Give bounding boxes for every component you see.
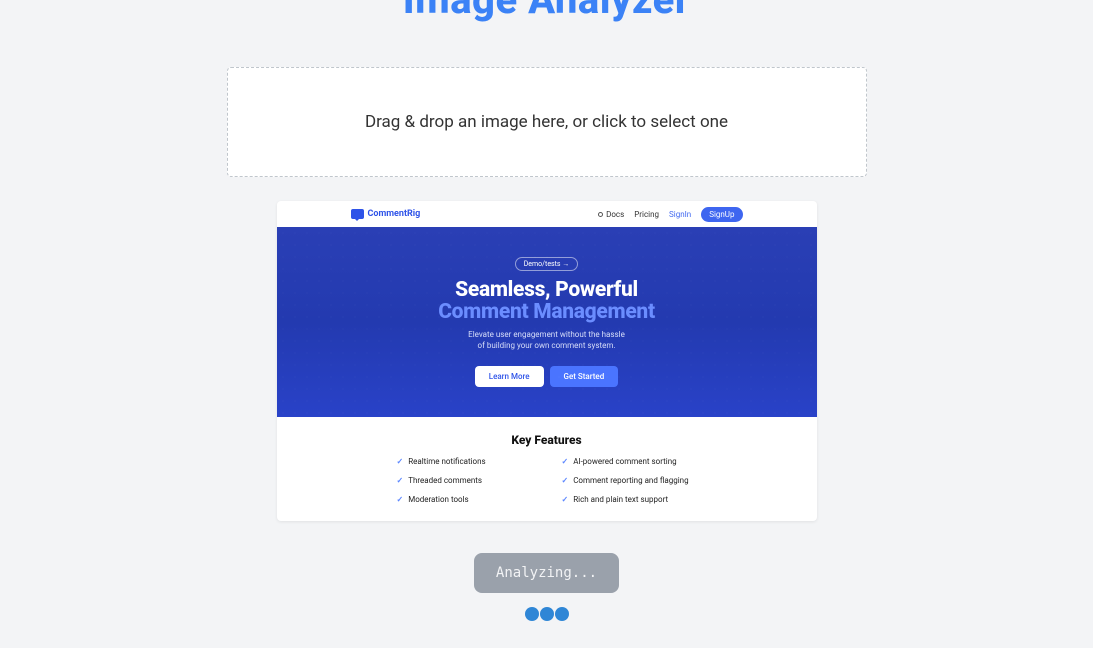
check-icon: ✓ [397, 457, 404, 466]
list-item: ✓Comment reporting and flagging [562, 476, 697, 485]
check-icon: ✓ [397, 495, 404, 504]
check-icon: ✓ [562, 495, 569, 504]
check-icon: ✓ [397, 476, 404, 485]
check-icon: ✓ [562, 457, 569, 466]
loading-spinner [525, 607, 569, 621]
preview-demo-pill: Demo/tests → [515, 257, 579, 271]
image-dropzone[interactable]: Drag & drop an image here, or click to s… [227, 67, 867, 177]
preview-nav-signup: SignUp [701, 207, 742, 222]
preview-learn-more-button: Learn More [475, 366, 544, 387]
analyze-button[interactable]: Analyzing... [474, 553, 619, 593]
list-item: ✓Rich and plain text support [562, 495, 697, 504]
preview-nav-docs: Docs [598, 210, 624, 219]
preview-features-grid: ✓Realtime notifications ✓AI-powered comm… [397, 457, 697, 504]
loader-dot-icon [555, 607, 569, 621]
preview-subheadline: Elevate user engagement without the hass… [468, 330, 625, 352]
preview-features-heading: Key Features [277, 433, 817, 447]
dot-icon [598, 212, 603, 217]
preview-get-started-button: Get Started [550, 366, 619, 387]
preview-nav: Docs Pricing SignIn SignUp [598, 207, 742, 222]
preview-headline: Seamless, Powerful Comment Management [438, 279, 655, 323]
loader-dot-icon [540, 607, 554, 621]
list-item: ✓Threaded comments [397, 476, 532, 485]
uploaded-image-preview: CommentRig Docs Pricing SignIn SignUp De… [277, 201, 817, 521]
loader-dot-icon [525, 607, 539, 621]
page-title: Image Analyzer [403, 0, 690, 23]
preview-features-section: Key Features ✓Realtime notifications ✓AI… [277, 417, 817, 521]
chat-bubble-icon [351, 209, 364, 219]
preview-nav-signin: SignIn [669, 210, 691, 219]
preview-nav-pricing: Pricing [634, 210, 659, 219]
list-item: ✓Moderation tools [397, 495, 532, 504]
preview-logo: CommentRig [351, 209, 421, 219]
check-icon: ✓ [562, 476, 569, 485]
list-item: ✓Realtime notifications [397, 457, 532, 466]
preview-hero: Demo/tests → Seamless, Powerful Comment … [277, 227, 817, 417]
preview-brand-name: CommentRig [368, 209, 421, 219]
preview-cta-row: Learn More Get Started [475, 366, 618, 387]
list-item: ✓AI-powered comment sorting [562, 457, 697, 466]
preview-site-header: CommentRig Docs Pricing SignIn SignUp [277, 201, 817, 227]
dropzone-instructions: Drag & drop an image here, or click to s… [248, 112, 846, 132]
